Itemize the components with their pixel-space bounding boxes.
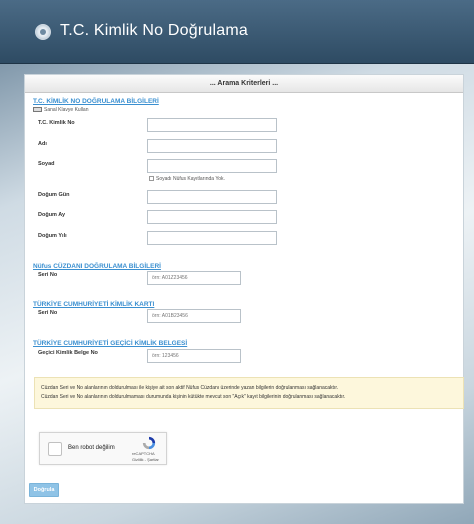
panel-title: ... Arama Kriterleri ... xyxy=(25,75,463,93)
search-panel: ... Arama Kriterleri ... T.C. KİMLİK NO … xyxy=(24,74,464,504)
ay-input[interactable] xyxy=(147,210,277,224)
gecici-belge-label: Geçici Kimlik Belge No xyxy=(38,350,98,356)
section-title-kart[interactable]: TÜRKİYE CUMHURİYETİ KİMLİK KARTI xyxy=(33,301,154,308)
recaptcha-links[interactable]: Gizlilik - Şartlar xyxy=(132,457,159,462)
virtual-keyboard-label: Sanal Klavye Kullan xyxy=(44,107,89,113)
section-title-cuzdan[interactable]: Nüfus CÜZDANI DOĞRULAMA BİLGİLERİ xyxy=(33,263,161,270)
page-title: T.C. Kimlik No Doğrulama xyxy=(60,22,248,39)
info-notice: Cüzdan Seri ve No alanlarının doldurulma… xyxy=(34,377,464,409)
recaptcha-brand: reCAPTCHA xyxy=(132,451,155,456)
soyad-input[interactable] xyxy=(147,159,277,173)
yil-label: Doğum Yılı xyxy=(38,233,67,239)
soyad-checkbox-label: Soyadı Nüfus Kayıtlarında Yok. xyxy=(156,176,225,182)
kart-seri-label: Seri No xyxy=(38,310,58,316)
gun-label: Doğum Gün xyxy=(38,192,70,198)
gun-input[interactable] xyxy=(147,190,277,204)
notice-line-1: Cüzdan Seri ve No alanlarının doldurulma… xyxy=(41,385,339,391)
kart-seri-input[interactable] xyxy=(147,309,241,323)
keyboard-icon xyxy=(33,107,42,113)
recaptcha-label: Ben robot değilim xyxy=(68,445,115,451)
ad-input[interactable] xyxy=(147,139,277,153)
tc-input[interactable] xyxy=(147,118,277,132)
soyad-label: Soyad xyxy=(38,161,55,167)
soyad-checkbox[interactable] xyxy=(149,176,154,182)
virtual-keyboard-link[interactable]: Sanal Klavye Kullan xyxy=(33,107,88,113)
header-bar: T.C. Kimlik No Doğrulama xyxy=(0,0,474,64)
ad-label: Adı xyxy=(38,141,47,147)
recaptcha-widget: Ben robot değilim reCAPTCHA Gizlilik - Ş… xyxy=(39,432,167,465)
section-title-kimlik[interactable]: T.C. KİMLİK NO DOĞRULAMA BİLGİLERİ xyxy=(33,98,159,105)
ay-label: Doğum Ay xyxy=(38,212,66,218)
cuzdan-seri-label: Seri No xyxy=(38,272,58,278)
yil-input[interactable] xyxy=(147,231,277,245)
cuzdan-seri-input[interactable] xyxy=(147,271,241,285)
section-title-gecici[interactable]: TÜRKİYE CUMHURİYETİ GEÇİCİ KİMLİK BELGES… xyxy=(33,340,187,347)
recaptcha-checkbox[interactable] xyxy=(48,442,62,456)
soyad-checkbox-row[interactable]: Soyadı Nüfus Kayıtlarında Yok. xyxy=(149,176,225,182)
logo-icon xyxy=(35,24,51,40)
verify-button[interactable]: Doğrula xyxy=(29,483,59,497)
notice-line-2: Cüzdan Seri ve No alanlarının doldurulma… xyxy=(41,394,346,400)
tc-label: T.C. Kimlik No xyxy=(38,120,75,126)
recaptcha-icon xyxy=(142,436,156,450)
gecici-belge-input[interactable] xyxy=(147,349,241,363)
